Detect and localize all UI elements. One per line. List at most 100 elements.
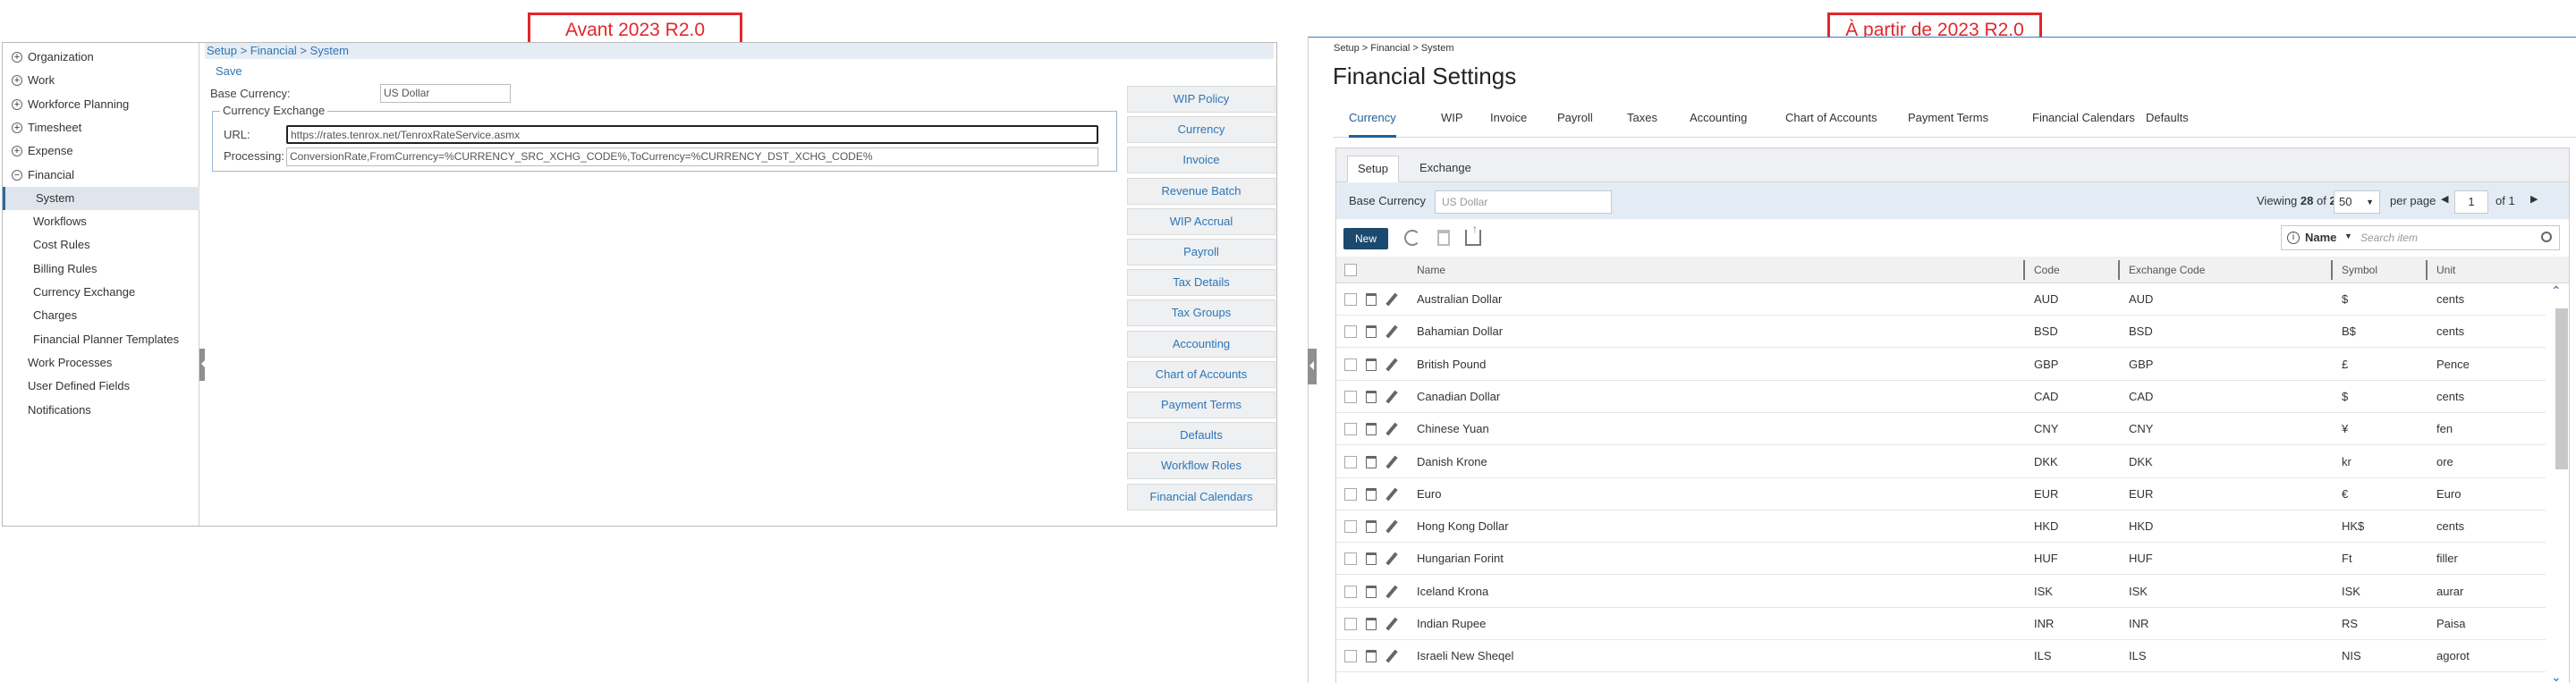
edit-icon[interactable] [1385,649,1398,663]
button-invoice[interactable]: Invoice [1127,147,1275,174]
tab-exchange[interactable]: Exchange [1410,156,1481,182]
table-row[interactable]: Euro EUR EUR € Euro [1336,478,2546,510]
column-header-code[interactable]: Code [2034,257,2060,283]
sidebar-item-billing-rules[interactable]: Billing Rules [3,257,199,281]
table-row[interactable]: Canadian Dollar CAD CAD $ cents [1336,381,2546,413]
table-row[interactable]: British Pound GBP GBP £ Pence [1336,349,2546,381]
delete-icon[interactable] [1366,585,1377,598]
button-chart-of-accounts[interactable]: Chart of Accounts [1127,360,1275,388]
export-icon[interactable]: ↑ [1465,223,1481,246]
sidebar-item-cost-rules[interactable]: Cost Rules [3,233,199,257]
column-resize-handle[interactable] [2331,260,2333,280]
row-checkbox[interactable] [1344,325,1357,339]
row-checkbox[interactable] [1344,618,1357,630]
table-row[interactable]: Chinese Yuan CNY CNY ¥ fen [1336,413,2546,446]
new-button[interactable]: New [1343,228,1388,249]
row-checkbox[interactable] [1344,423,1357,436]
expand-icon[interactable]: + [12,122,22,133]
vertical-scrollbar[interactable]: ⌃ ⌄ [2546,283,2569,683]
edit-icon[interactable] [1385,585,1398,599]
button-defaults[interactable]: Defaults [1127,422,1275,450]
edit-icon[interactable] [1385,325,1398,339]
button-tax-groups[interactable]: Tax Groups [1127,299,1275,327]
tab-payment-terms[interactable]: Payment Terms [1908,109,1988,138]
column-header-exchange-code[interactable]: Exchange Code [2129,257,2205,283]
button-payroll[interactable]: Payroll [1127,239,1275,266]
delete-icon[interactable] [1366,455,1377,468]
tab-setup[interactable]: Setup [1347,156,1399,182]
tab-taxes[interactable]: Taxes [1627,109,1657,138]
scrollbar-thumb[interactable] [2555,308,2568,469]
search-input[interactable]: Search item [2360,232,2418,244]
delete-icon[interactable] [1366,650,1377,663]
url-field[interactable]: https://rates.tenrox.net/TenroxRateServi… [286,125,1098,144]
delete-icon[interactable] [1366,358,1377,371]
column-header-unit[interactable]: Unit [2436,257,2455,283]
row-checkbox[interactable] [1344,390,1357,403]
table-row[interactable]: Israeli New Sheqel ILS ILS NIS agorot [1336,640,2546,673]
save-link[interactable]: Save [216,64,242,78]
edit-icon[interactable] [1385,617,1398,631]
edit-icon[interactable] [1385,519,1398,534]
sidebar-item-organization[interactable]: + Organization [3,46,199,69]
button-revenue-batch[interactable]: Revenue Batch [1127,177,1275,205]
edit-icon[interactable] [1385,552,1398,566]
tab-defaults[interactable]: Defaults [2146,109,2189,138]
sidebar-item-notifications[interactable]: Notifications [3,399,199,422]
delete-icon[interactable] [1366,618,1377,630]
scroll-up-icon[interactable]: ⌃ [2551,283,2562,299]
sidebar-item-timesheet[interactable]: + Timesheet [3,116,199,139]
sidebar-collapse-handle[interactable] [1308,349,1317,384]
sidebar-item-financial[interactable]: − Financial [3,164,199,187]
edit-icon[interactable] [1385,422,1398,436]
search-box[interactable]: i Name ▼ Search item [2281,225,2560,250]
tab-currency[interactable]: Currency [1349,109,1396,138]
tab-wip[interactable]: WIP [1441,109,1463,138]
delete-icon[interactable] [1366,552,1377,566]
row-checkbox[interactable] [1344,650,1357,663]
edit-icon[interactable] [1385,358,1398,372]
table-row[interactable]: Iceland Krona ISK ISK ISK aurar [1336,576,2546,608]
delete-icon[interactable] [1366,487,1377,501]
sidebar-item-currency-exchange[interactable]: Currency Exchange [3,281,199,304]
sidebar-item-workforce-planning[interactable]: + Workforce Planning [3,93,199,116]
edit-icon[interactable] [1385,292,1398,307]
breadcrumb[interactable]: Setup > Financial > System [1334,43,1454,54]
delete-icon[interactable] [1366,423,1377,436]
button-wip-policy[interactable]: WIP Policy [1127,86,1275,113]
tab-accounting[interactable]: Accounting [1690,109,1747,138]
expand-icon[interactable]: + [12,98,22,110]
button-accounting[interactable]: Accounting [1127,330,1275,358]
button-financial-calendars[interactable]: Financial Calendars [1127,483,1275,510]
row-checkbox[interactable] [1344,487,1357,501]
row-checkbox[interactable] [1344,585,1357,598]
delete-icon[interactable] [1366,390,1377,403]
sidebar-item-financial-planner-templates[interactable]: Financial Planner Templates [3,328,199,351]
sidebar-item-work-processes[interactable]: Work Processes [3,351,199,375]
row-checkbox[interactable] [1344,455,1357,468]
scroll-down-icon[interactable]: ⌄ [2551,670,2562,683]
processing-field[interactable]: ConversionRate,FromCurrency=%CURRENCY_SR… [286,148,1098,166]
edit-icon[interactable] [1385,487,1398,502]
edit-icon[interactable] [1385,455,1398,468]
button-wip-accrual[interactable]: WIP Accrual [1127,207,1275,235]
tab-financial-calendars[interactable]: Financial Calendars [2032,109,2135,138]
column-resize-handle[interactable] [2426,260,2428,280]
button-payment-terms[interactable]: Payment Terms [1127,392,1275,418]
sidebar-item-user-defined-fields[interactable]: User Defined Fields [3,375,199,398]
delete-icon[interactable] [1366,325,1377,339]
prev-page-icon[interactable]: ◀ [2441,193,2448,205]
table-row[interactable]: Bahamian Dollar BSD BSD B$ cents [1336,316,2546,349]
row-checkbox[interactable] [1344,552,1357,566]
sidebar-item-expense[interactable]: + Expense [3,139,199,163]
column-resize-handle[interactable] [2118,260,2120,280]
search-icon[interactable] [2541,232,2552,242]
base-currency-field[interactable]: US Dollar [1435,190,1612,214]
tab-invoice[interactable]: Invoice [1490,109,1527,138]
per-page-select[interactable]: 50 ▼ [2334,190,2380,214]
tab-chart-of-accounts[interactable]: Chart of Accounts [1785,109,1877,138]
button-tax-details[interactable]: Tax Details [1127,269,1275,297]
row-checkbox[interactable] [1344,358,1357,371]
column-header-symbol[interactable]: Symbol [2342,257,2377,283]
column-resize-handle[interactable] [2023,260,2025,280]
